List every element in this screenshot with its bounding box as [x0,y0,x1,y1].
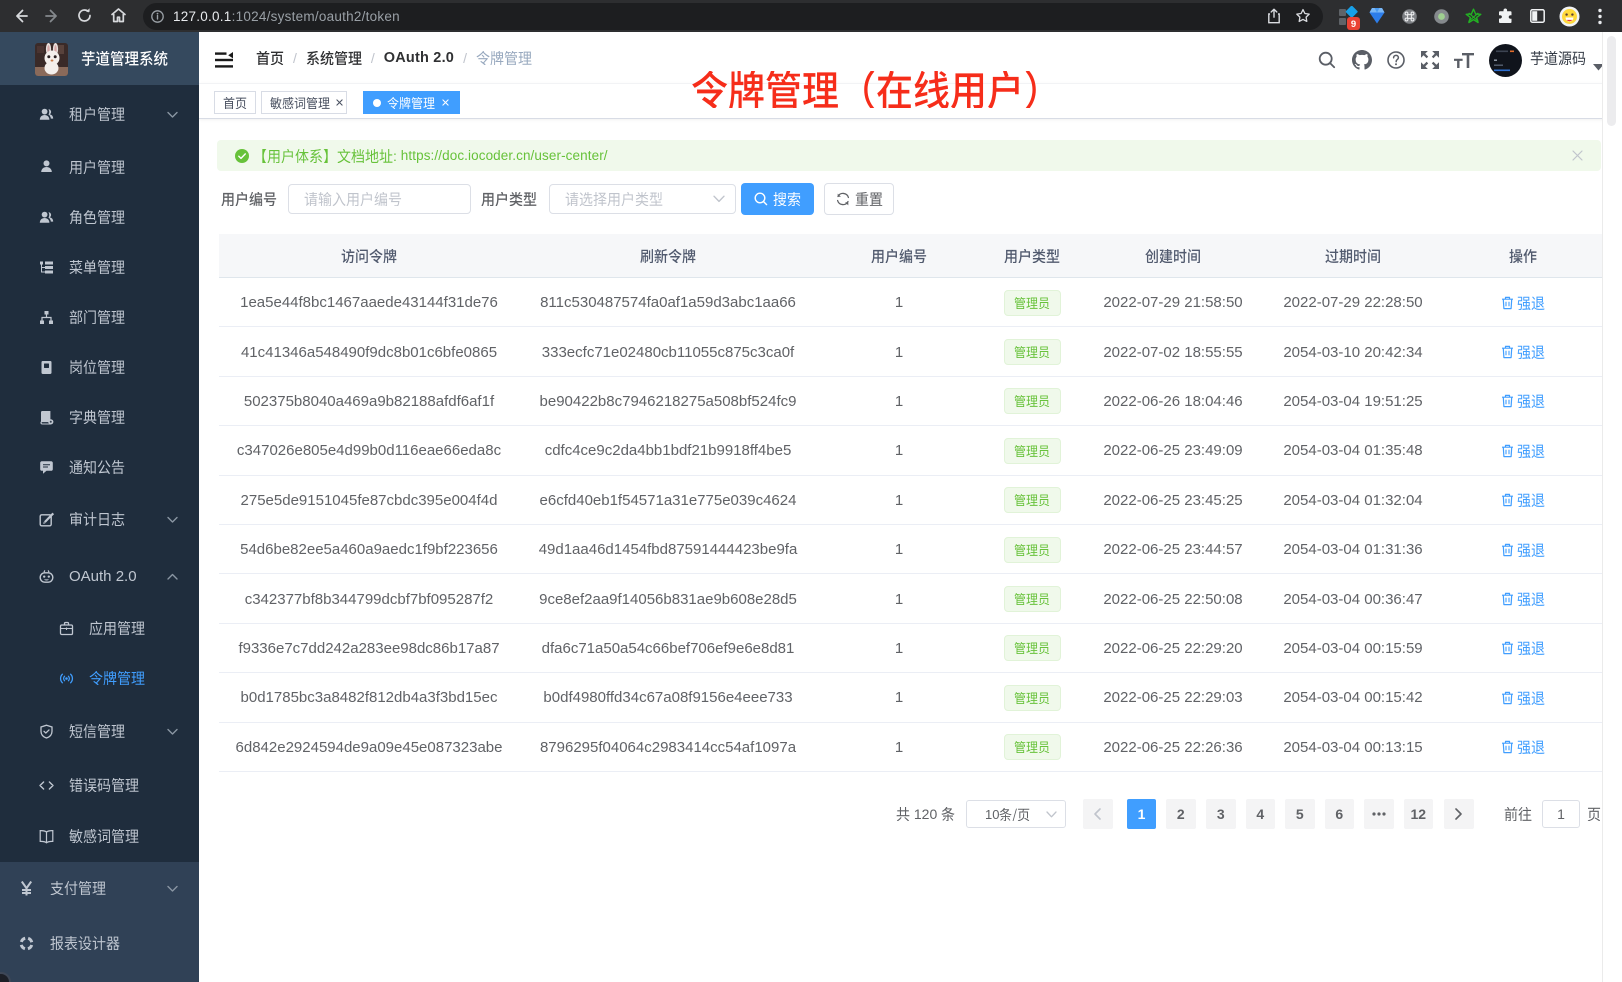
svg-text:9: 9 [1351,19,1356,30]
